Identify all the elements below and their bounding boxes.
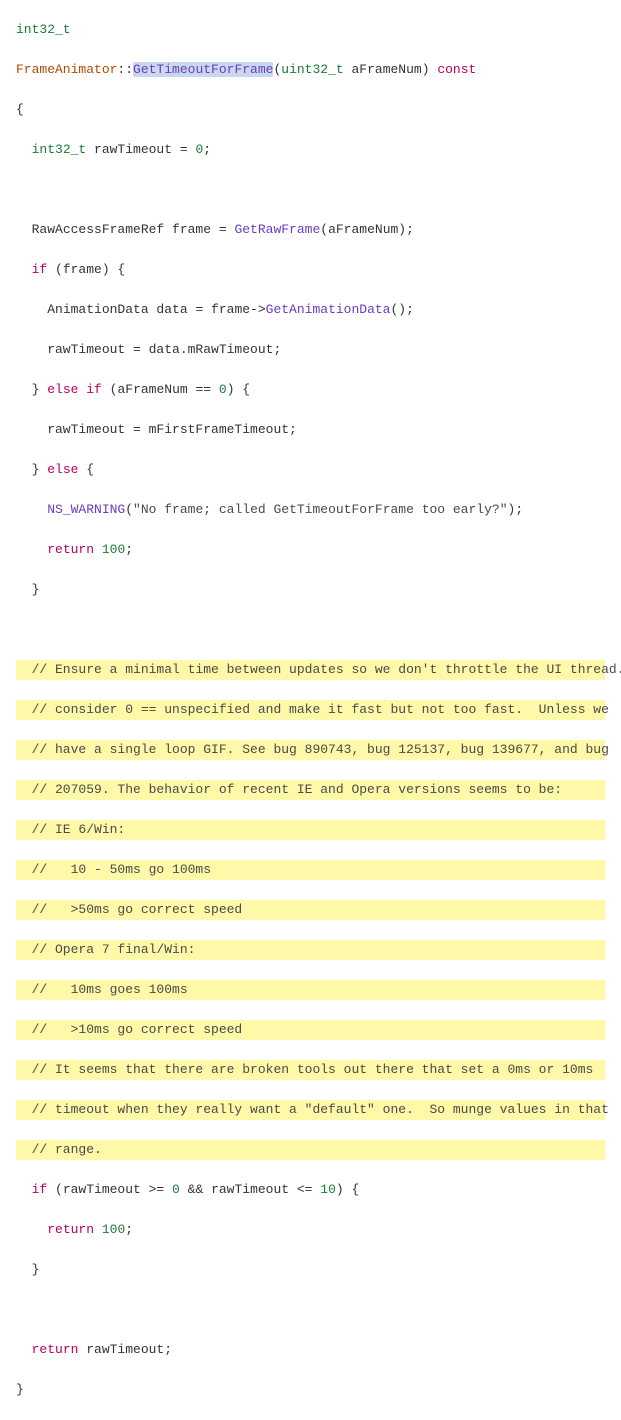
return-keyword: return — [32, 1342, 79, 1357]
code-line: } — [16, 1380, 605, 1400]
text: { — [78, 462, 94, 477]
code-line: AnimationData data = frame->GetAnimation… — [16, 300, 605, 320]
function-call: GetRawFrame — [234, 222, 320, 237]
semi: ; — [125, 542, 133, 557]
class-name: FrameAnimator — [16, 62, 117, 77]
scope-op: :: — [117, 62, 133, 77]
code-line: int32_t rawTimeout = 0; — [16, 140, 605, 160]
code-line: return rawTimeout; — [16, 1340, 605, 1360]
paren: ) — [422, 62, 438, 77]
if-keyword: if — [32, 1182, 48, 1197]
comment-line: // >10ms go correct speed — [16, 1020, 605, 1040]
text: (frame) { — [47, 262, 125, 277]
indent — [16, 1182, 32, 1197]
semi: ; — [203, 142, 211, 157]
number: 0 — [172, 1182, 180, 1197]
text: AnimationData data = frame-> — [47, 302, 265, 317]
comment-line: // Opera 7 final/Win: — [16, 940, 605, 960]
code-line: RawAccessFrameRef frame = GetRawFrame(aF… — [16, 220, 605, 240]
function-call: GetAnimationData — [266, 302, 391, 317]
code-line: if (frame) { — [16, 260, 605, 280]
return-keyword: return — [47, 1222, 94, 1237]
code-line: FrameAnimator::GetTimeoutForFrame(uint32… — [16, 60, 605, 80]
blank-line — [16, 1300, 605, 1320]
comment-line: // timeout when they really want a "defa… — [16, 1100, 605, 1120]
comment-line: // Ensure a minimal time between updates… — [16, 660, 605, 680]
code-line: rawTimeout = data.mRawTimeout; — [16, 340, 605, 360]
text: (); — [390, 302, 413, 317]
text: RawAccessFrameRef frame = — [32, 222, 235, 237]
type-keyword: int32_t — [16, 22, 71, 37]
code-line: { — [16, 100, 605, 120]
return-keyword: return — [47, 542, 94, 557]
text: && rawTimeout <= — [180, 1182, 320, 1197]
sp — [94, 1222, 102, 1237]
indent — [16, 542, 47, 557]
indent — [16, 222, 32, 237]
function-call: NS_WARNING — [47, 502, 125, 517]
code-line: } — [16, 580, 605, 600]
paren: ); — [508, 502, 524, 517]
text: } — [16, 462, 47, 477]
code-line: if (rawTimeout >= 0 && rawTimeout <= 10)… — [16, 1180, 605, 1200]
comment-line: // 10ms goes 100ms — [16, 980, 605, 1000]
text: rawTimeout = — [86, 142, 195, 157]
function-name: GetTimeoutForFrame — [133, 62, 273, 77]
indent — [16, 142, 32, 157]
else-keyword: else — [47, 382, 78, 397]
semi: ; — [125, 1222, 133, 1237]
code-line: } else { — [16, 460, 605, 480]
comment-line: // It seems that there are broken tools … — [16, 1060, 605, 1080]
text: (aFrameNum == — [102, 382, 219, 397]
code-line: NS_WARNING("No frame; called GetTimeoutF… — [16, 500, 605, 520]
code-line: rawTimeout = mFirstFrameTimeout; — [16, 420, 605, 440]
comment-line: // >50ms go correct speed — [16, 900, 605, 920]
sp — [94, 542, 102, 557]
text: } — [16, 382, 47, 397]
code-line: return 100; — [16, 540, 605, 560]
blank-line — [16, 180, 605, 200]
if-keyword: if — [32, 262, 48, 277]
text: (rawTimeout >= — [47, 1182, 172, 1197]
text: (aFrameNum); — [320, 222, 414, 237]
if-keyword: if — [86, 382, 102, 397]
comment-line: // range. — [16, 1140, 605, 1160]
indent — [16, 262, 32, 277]
paren: ( — [125, 502, 133, 517]
code-block: int32_t FrameAnimator::GetTimeoutForFram… — [0, 0, 621, 1420]
text: ) { — [227, 382, 250, 397]
blank-line — [16, 620, 605, 640]
indent — [16, 1342, 32, 1357]
code-line: } — [16, 1260, 605, 1280]
indent — [16, 502, 47, 517]
type-keyword: uint32_t — [281, 62, 343, 77]
number: 0 — [219, 382, 227, 397]
comment-line: // consider 0 == unspecified and make it… — [16, 700, 605, 720]
comment-line: // have a single loop GIF. See bug 89074… — [16, 740, 605, 760]
type-keyword: int32_t — [32, 142, 87, 157]
number: 10 — [320, 1182, 336, 1197]
code-line: return 100; — [16, 1220, 605, 1240]
code-line: int32_t — [16, 20, 605, 40]
string-literal: "No frame; called GetTimeoutForFrame too… — [133, 502, 507, 517]
comment-line: // IE 6/Win: — [16, 820, 605, 840]
text: ) { — [336, 1182, 359, 1197]
text: rawTimeout; — [78, 1342, 172, 1357]
indent — [16, 302, 47, 317]
number: 100 — [102, 1222, 125, 1237]
else-keyword: else — [47, 462, 78, 477]
code-line: } else if (aFrameNum == 0) { — [16, 380, 605, 400]
number: 100 — [102, 542, 125, 557]
indent — [16, 1222, 47, 1237]
comment-line: // 207059. The behavior of recent IE and… — [16, 780, 605, 800]
comment-line: // 10 - 50ms go 100ms — [16, 860, 605, 880]
const-keyword: const — [437, 62, 476, 77]
param: aFrameNum — [344, 62, 422, 77]
